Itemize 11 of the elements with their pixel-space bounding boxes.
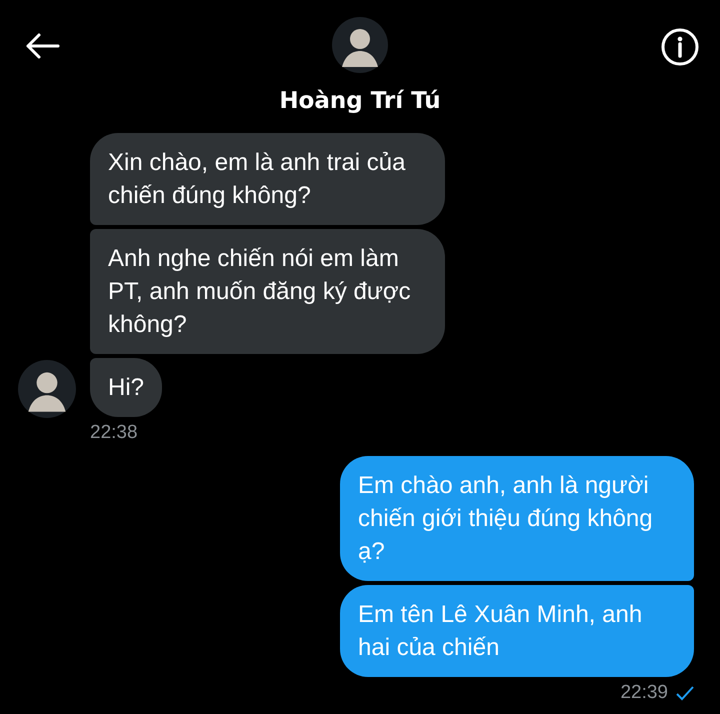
info-icon[interactable] — [661, 28, 699, 66]
message-bubble: Em chào anh, anh là người chiến giới thiệu đúng không ạ? — [340, 456, 694, 580]
timestamp: 22:39 — [620, 680, 668, 704]
message-bubble: Anh nghe chiến nói em làm PT, anh muốn đăng ký được không? — [90, 229, 445, 354]
timestamp: 22:38 — [90, 421, 138, 445]
contact-name: Hoàng Trí Tú — [279, 87, 441, 116]
message-bubble: Hi? — [90, 358, 162, 417]
avatar[interactable] — [18, 360, 76, 418]
message-bubble: Em tên Lê Xuân Minh, anh hai của chiến — [340, 584, 694, 676]
message-bubble: Xin chào, em là anh trai của chiến đúng không? — [90, 133, 445, 225]
avatar[interactable] — [332, 17, 388, 73]
